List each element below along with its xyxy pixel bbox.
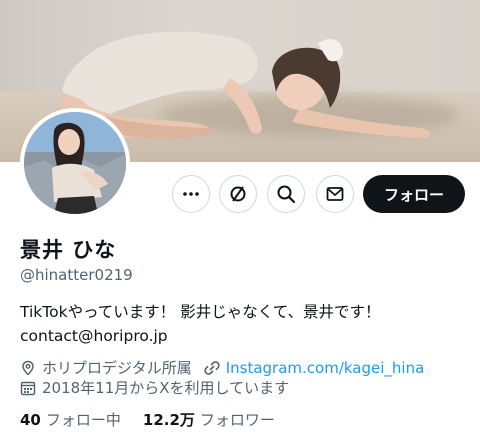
bio: TikTokやっています！ 影井じゃなくて、景井です！ contact@hori… — [20, 300, 380, 348]
calendar-icon — [20, 381, 36, 395]
user-handle: @hinatter0219 — [20, 266, 133, 284]
following-label: フォロー中 — [45, 411, 121, 429]
affiliation-text: ホリプロデジタル所属 — [42, 359, 192, 377]
search-icon — [277, 185, 296, 204]
followers-stat[interactable]: 12.2万 フォロワー — [143, 409, 275, 430]
display-name: 景井 ひな — [20, 238, 117, 262]
following-count: 40 — [20, 411, 41, 429]
message-button[interactable] — [316, 175, 354, 213]
following-stat[interactable]: 40 フォロー中 — [20, 409, 121, 430]
mail-icon — [326, 187, 344, 201]
profile-meta-location-link: ホリプロデジタル所属 Instagram.com/kagei_hina — [20, 357, 424, 378]
profile-actions: フォロー — [0, 175, 480, 215]
followers-label: フォロワー — [199, 411, 275, 429]
more-button[interactable] — [172, 175, 210, 213]
joined-date: 2018年11月からXを利用しています — [42, 379, 290, 397]
follow-stats: 40 フォロー中 12.2万 フォロワー — [20, 409, 275, 430]
grok-icon — [230, 186, 246, 202]
link-icon — [204, 360, 220, 375]
location-icon — [22, 360, 34, 376]
search-button[interactable] — [267, 175, 305, 213]
follow-button[interactable]: フォロー — [363, 175, 465, 213]
followers-count: 12.2万 — [142, 411, 195, 429]
more-icon — [183, 192, 199, 196]
profile-link[interactable]: Instagram.com/kagei_hina — [226, 359, 425, 377]
grok-button[interactable] — [219, 175, 257, 213]
profile-meta-joined: 2018年11月からXを利用しています — [20, 377, 289, 398]
bio-line: TikTokやっています！ 影井じゃなくて、景井です！ — [20, 303, 381, 321]
bio-contact: contact@horipro.jp — [20, 327, 168, 345]
